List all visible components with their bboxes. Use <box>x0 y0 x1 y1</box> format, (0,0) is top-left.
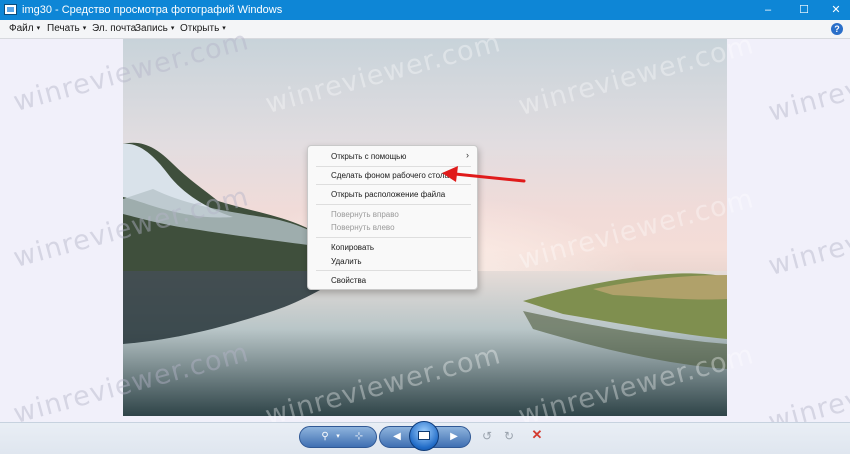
rotate-right-icon[interactable]: ↻ <box>502 429 516 443</box>
chevron-down-icon[interactable]: ▾ <box>327 427 349 447</box>
slideshow-button[interactable] <box>409 421 439 451</box>
rotate-left-icon[interactable]: ↺ <box>480 429 494 443</box>
slideshow-icon <box>418 431 430 440</box>
fit-to-window-icon[interactable]: ⊹ <box>348 427 370 447</box>
red-arrow-annotation <box>442 166 526 183</box>
previous-icon[interactable]: ◀ <box>386 427 408 447</box>
next-icon[interactable]: ▶ <box>443 427 465 447</box>
delete-icon[interactable]: ✕ <box>530 428 544 442</box>
zoom-group: ⚲ ▾ ⊹ <box>299 426 377 448</box>
bottom-toolbar: ⚲ ▾ ⊹ ◀ ▶ ↺ ↻ ✕ <box>0 421 850 454</box>
